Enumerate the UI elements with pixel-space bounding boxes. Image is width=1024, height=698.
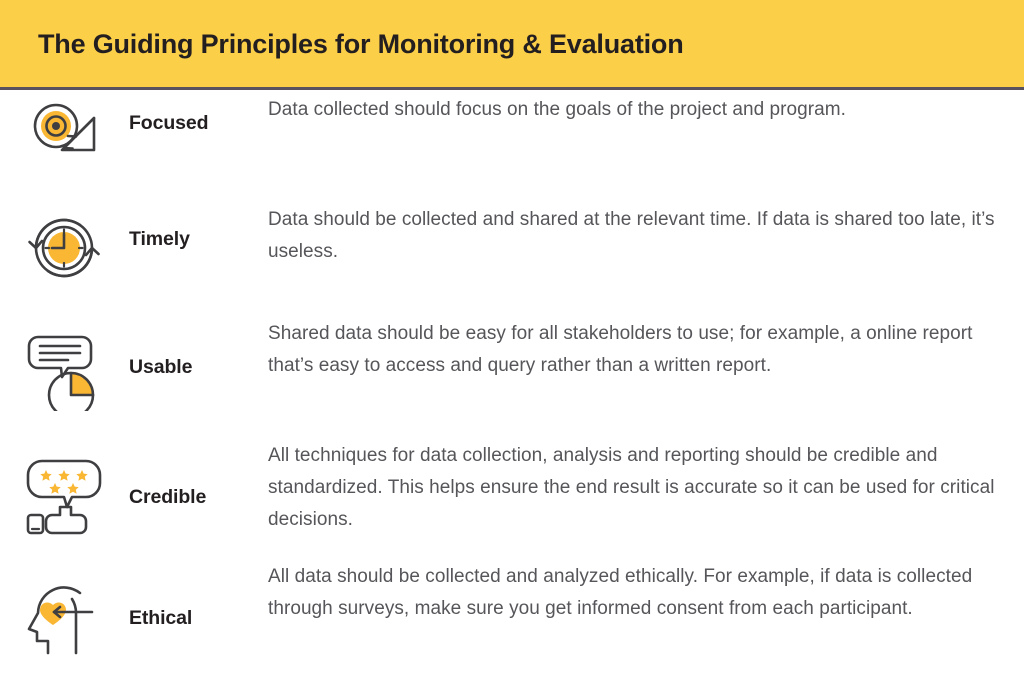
target-bow-arrow-icon bbox=[0, 90, 128, 178]
principle-label-usable: Usable bbox=[129, 356, 193, 378]
page-title: The Guiding Principles for Monitoring & … bbox=[38, 29, 684, 59]
principle-label-ethical: Ethical bbox=[129, 607, 193, 629]
list-item: Timely Data should be collected and shar… bbox=[0, 200, 1024, 315]
list-item: Usable Shared data should be easy for al… bbox=[0, 315, 1024, 437]
head-heart-arrow-icon bbox=[0, 559, 128, 659]
principle-label-timely: Timely bbox=[129, 228, 190, 250]
principle-description-usable: Shared data should be easy for all stake… bbox=[268, 323, 973, 376]
thumbs-up-stars-icon bbox=[0, 437, 128, 537]
principle-description-ethical: All data should be collected and analyze… bbox=[268, 566, 973, 619]
speech-bubble-pie-chart-icon bbox=[0, 315, 128, 411]
principles-list: Focused Data collected should focus on t… bbox=[0, 90, 1024, 679]
principle-label-focused: Focused bbox=[129, 112, 209, 134]
principle-description-timely: Data should be collected and shared at t… bbox=[268, 209, 995, 262]
principle-description-credible: All techniques for data collection, anal… bbox=[268, 445, 995, 530]
list-item: Focused Data collected should focus on t… bbox=[0, 90, 1024, 200]
principle-label-credible: Credible bbox=[129, 486, 207, 508]
header-band: The Guiding Principles for Monitoring & … bbox=[0, 0, 1024, 87]
list-item: Credible All techniques for data collect… bbox=[0, 437, 1024, 559]
clock-refresh-icon bbox=[0, 200, 128, 288]
principle-description-focused: Data collected should focus on the goals… bbox=[268, 99, 846, 120]
list-item: Ethical All data should be collected and… bbox=[0, 559, 1024, 679]
